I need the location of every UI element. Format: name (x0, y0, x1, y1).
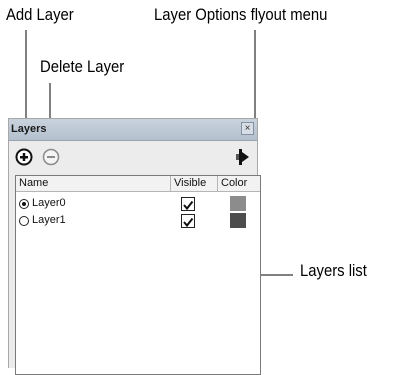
add-layer-button[interactable] (15, 148, 33, 166)
column-header-color[interactable]: Color (218, 176, 260, 191)
panel-titlebar[interactable]: Layers × (9, 119, 257, 141)
close-icon: × (244, 123, 251, 134)
layers-toolbar (9, 141, 257, 173)
minus-circle-icon (42, 148, 60, 166)
layer-name: Layer1 (32, 214, 66, 226)
active-layer-radio[interactable] (19, 216, 29, 226)
layers-list[interactable]: Name Visible Color Layer0 Layer1 (15, 175, 261, 375)
column-header-name[interactable]: Name (16, 176, 171, 191)
layer-row-layer0[interactable]: Layer0 (16, 196, 260, 213)
checkmark-icon (183, 200, 194, 211)
layers-panel: Layers × Name Visible Color Layer0 Layer… (8, 118, 261, 375)
panel-title: Layers (11, 123, 47, 135)
delete-layer-button[interactable] (42, 148, 60, 166)
layer-options-flyout-button[interactable] (235, 147, 251, 167)
visible-checkbox[interactable] (181, 214, 195, 228)
layer-color-swatch[interactable] (230, 213, 246, 228)
layer-name: Layer0 (32, 197, 66, 209)
active-layer-radio[interactable] (19, 199, 29, 209)
flyout-arrow-icon (236, 149, 249, 165)
close-button[interactable]: × (241, 122, 254, 135)
layer-row-layer1[interactable]: Layer1 (16, 213, 260, 230)
visible-checkbox[interactable] (181, 197, 195, 211)
layers-list-header: Name Visible Color (16, 176, 260, 192)
plus-circle-icon (15, 148, 33, 166)
checkmark-icon (183, 217, 194, 228)
layer-color-swatch[interactable] (230, 196, 246, 211)
column-header-visible[interactable]: Visible (171, 176, 218, 191)
